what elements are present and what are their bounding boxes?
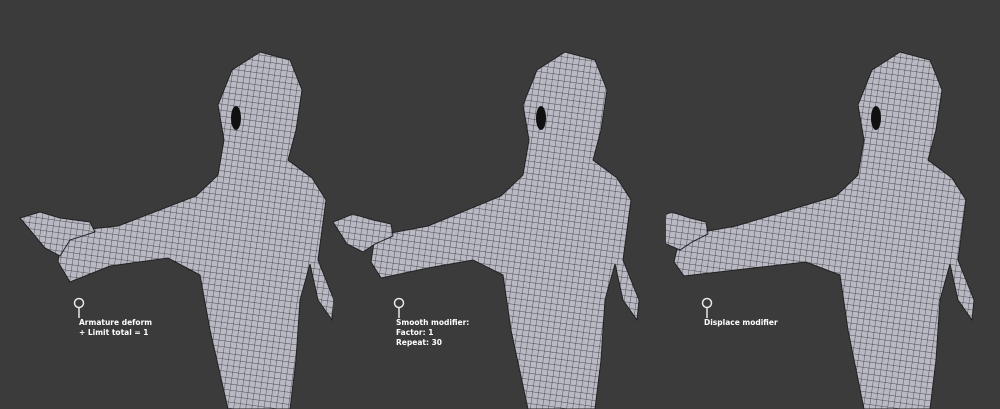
render-panel-smooth: Smooth modifier: Factor: 1 Repeat: 30 [333, 0, 666, 409]
figure-body [673, 51, 975, 409]
figure-body [370, 51, 640, 409]
3d-viewport[interactable]: Armature deform + Limit total = 1 Smooth… [0, 0, 1000, 409]
figure-body [57, 51, 333, 409]
caption-displace: Displace modifier [704, 318, 778, 327]
render-panel-displace: Displace modifier [666, 0, 999, 409]
mesh-model [333, 51, 640, 409]
render-panel-armature: Armature deform + Limit total = 1 [0, 0, 333, 409]
mesh-model [19, 51, 333, 409]
caption-smooth: Smooth modifier: Factor: 1 Repeat: 30 [396, 318, 470, 347]
mesh-model [666, 51, 975, 409]
caption-armature: Armature deform + Limit total = 1 [79, 318, 153, 337]
